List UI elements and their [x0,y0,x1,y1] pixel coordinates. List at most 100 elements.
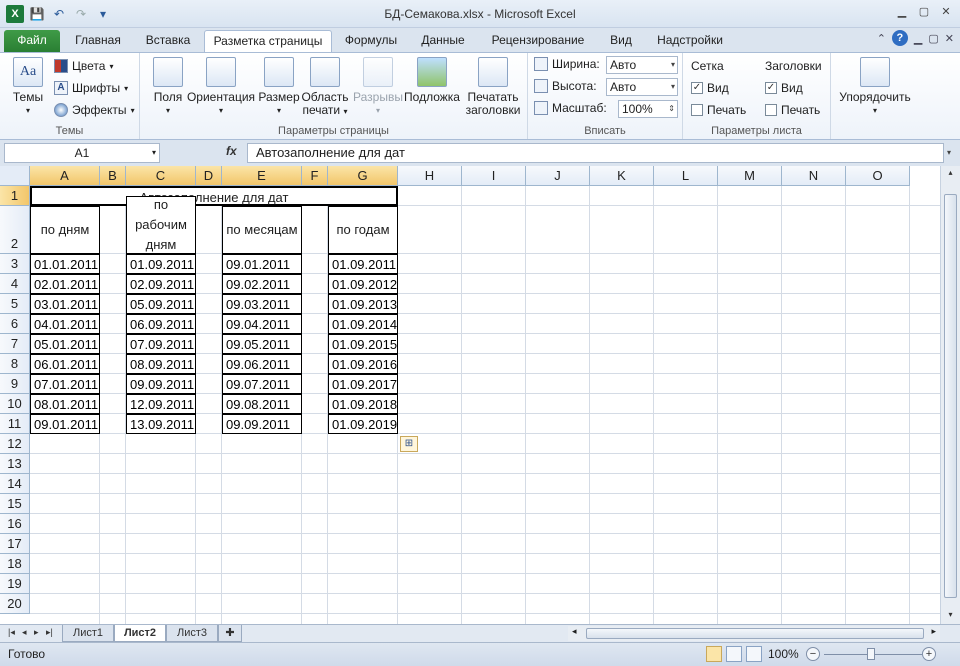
tab-page-layout[interactable]: Разметка страницы [204,30,332,52]
tab-formulas[interactable]: Формулы [336,30,406,52]
table-cell[interactable]: 01.09.2013 [328,294,398,314]
table-cell[interactable]: 01.09.2019 [328,414,398,434]
minimize-icon[interactable]: ▁ [892,4,912,20]
row-header-9[interactable]: 9 [0,374,30,394]
close-icon[interactable]: ✕ [936,4,956,20]
tab-file[interactable]: Файл [4,30,60,52]
scale-spinner[interactable]: 100% ⇕ [618,100,678,118]
table-cell[interactable]: 02.01.2011 [30,274,100,294]
row-header-19[interactable]: 19 [0,574,30,594]
help-icon[interactable]: ? [891,30,908,46]
autofill-options-icon[interactable]: ⊞ [400,436,418,452]
vertical-scrollbar[interactable]: ▴ ▾ [940,166,960,624]
themes-button[interactable]: Aa Темы ▾ [8,57,48,117]
breaks-button[interactable]: Разрывы ▾ [352,57,404,117]
horizontal-scroll-thumb[interactable] [586,628,924,639]
insert-sheet-icon[interactable]: ✚ [218,625,242,642]
table-cell[interactable]: 09.01.2011 [222,254,302,274]
table-cell[interactable]: 09.09.2011 [126,374,196,394]
table-cell[interactable]: 09.07.2011 [222,374,302,394]
header-by-days[interactable]: по дням [30,206,100,254]
table-cell[interactable]: 01.09.2015 [328,334,398,354]
sheet-tab-1[interactable]: Лист1 [62,625,114,642]
gridlines-print-checkbox[interactable]: Печать [691,103,746,117]
cell-grid[interactable]: Автозаполнение для дат по дням по месяцам п… [30,186,940,624]
doc-close-icon[interactable]: ✕ [945,32,954,45]
height-select[interactable]: Авто ▾ [606,78,678,96]
row-header-3[interactable]: 3 [0,254,30,274]
column-header-d[interactable]: D [196,166,222,186]
row-header-15[interactable]: 15 [0,494,30,514]
tab-view[interactable]: Вид [600,30,642,52]
tab-review[interactable]: Рецензирование [482,30,594,52]
table-cell[interactable]: 07.09.2011 [126,334,196,354]
insert-function-icon[interactable]: fx [226,144,237,158]
table-cell[interactable]: 01.09.2011 [126,254,196,274]
column-header-g[interactable]: G [328,166,398,186]
row-header-16[interactable]: 16 [0,514,30,534]
header-by-workdays[interactable]: по рабочим дням [126,196,196,254]
table-cell[interactable]: 09.05.2011 [222,334,302,354]
width-select[interactable]: Авто ▾ [606,56,678,74]
formula-input[interactable]: Автозаполнение для дат [247,143,944,163]
background-button[interactable]: Подложка [402,57,462,104]
doc-minimize-icon[interactable]: ▁ [914,32,922,45]
zoom-level[interactable]: 100% [768,647,799,661]
table-cell[interactable]: 06.09.2011 [126,314,196,334]
vertical-scroll-thumb[interactable] [944,194,957,598]
column-header-b[interactable]: B [100,166,126,186]
row-header-17[interactable]: 17 [0,534,30,554]
table-cell[interactable]: 09.02.2011 [222,274,302,294]
name-box[interactable]: A1 ▾ [4,143,160,163]
maximize-icon[interactable]: ▢ [914,4,934,20]
headings-print-checkbox[interactable]: Печать [765,103,820,117]
collapse-ribbon-icon[interactable]: ⌃ [877,32,886,45]
row-header-13[interactable]: 13 [0,454,30,474]
column-header-j[interactable]: J [526,166,590,186]
page-break-view-icon[interactable] [746,646,762,662]
scroll-up-icon[interactable]: ▴ [944,168,957,180]
orientation-button[interactable]: Ориентация ▾ [186,57,256,117]
row-header-5[interactable]: 5 [0,294,30,314]
column-header-a[interactable]: A [30,166,100,186]
gridlines-view-checkbox[interactable]: ✓ Вид [691,81,729,95]
column-header-h[interactable]: H [398,166,462,186]
table-cell[interactable]: 07.01.2011 [30,374,100,394]
horizontal-scrollbar[interactable]: ◂ ▸ [568,626,940,641]
row-header-4[interactable]: 4 [0,274,30,294]
margins-button[interactable]: Поля ▾ [148,57,188,117]
table-cell[interactable]: 09.04.2011 [222,314,302,334]
row-header-12[interactable]: 12 [0,434,30,454]
sheet-tab-2[interactable]: Лист2 [114,625,166,642]
table-cell[interactable]: 13.09.2011 [126,414,196,434]
row-header-20[interactable]: 20 [0,594,30,614]
header-by-months[interactable]: по месяцам [222,206,302,254]
row-header-1[interactable]: 1 [0,186,30,206]
prev-sheet-icon[interactable]: ◂ [22,627,27,638]
normal-view-icon[interactable] [706,646,722,662]
row-header-10[interactable]: 10 [0,394,30,414]
column-header-i[interactable]: I [462,166,526,186]
table-cell[interactable]: 01.09.2017 [328,374,398,394]
doc-restore-icon[interactable]: ▢ [928,32,938,45]
table-cell[interactable]: 01.09.2014 [328,314,398,334]
zoom-out-icon[interactable]: − [806,647,820,661]
table-cell[interactable]: 12.09.2011 [126,394,196,414]
column-header-k[interactable]: K [590,166,654,186]
column-header-e[interactable]: E [222,166,302,186]
headings-view-checkbox[interactable]: ✓ Вид [765,81,803,95]
scroll-down-icon[interactable]: ▾ [944,610,957,622]
effects-button[interactable]: Эффекты ▾ [54,103,135,117]
zoom-in-icon[interactable]: + [922,647,936,661]
row-header-14[interactable]: 14 [0,474,30,494]
tab-addins[interactable]: Надстройки [648,30,732,52]
table-cell[interactable]: 06.01.2011 [30,354,100,374]
column-header-f[interactable]: F [302,166,328,186]
scroll-right-icon[interactable]: ▸ [931,626,936,637]
table-cell[interactable]: 03.01.2011 [30,294,100,314]
row-header-18[interactable]: 18 [0,554,30,574]
fonts-button[interactable]: A Шрифты ▾ [54,81,128,95]
sheet-tab-3[interactable]: Лист3 [166,625,218,642]
row-header-7[interactable]: 7 [0,334,30,354]
print-titles-button[interactable]: Печатать заголовки [462,57,524,117]
